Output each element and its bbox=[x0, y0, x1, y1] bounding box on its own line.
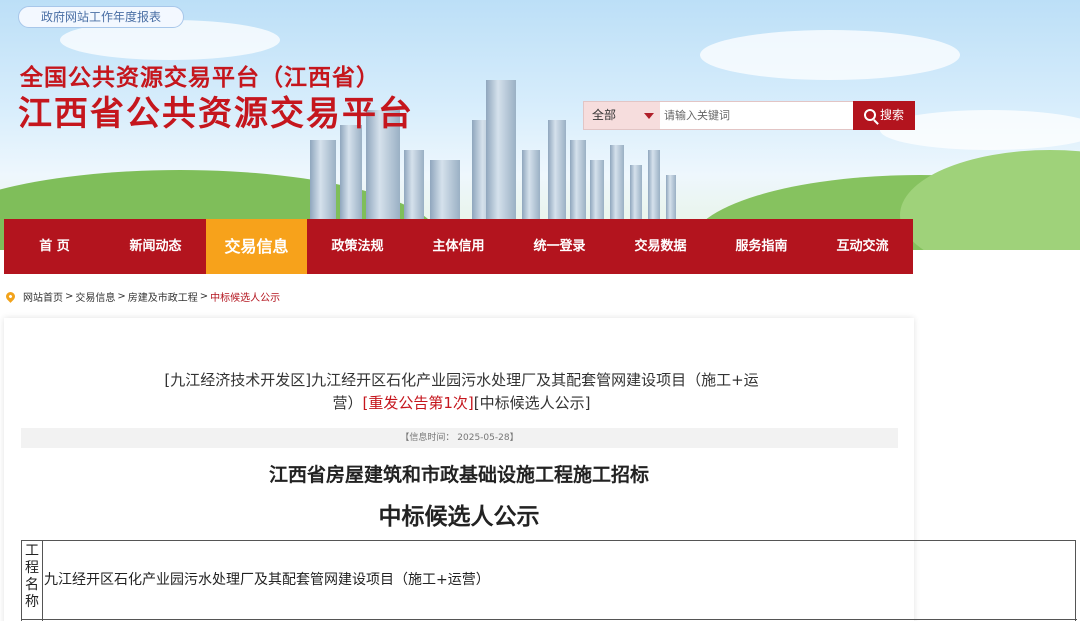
breadcrumb-construction[interactable]: 房建及市政工程 bbox=[128, 289, 198, 304]
nav-item-login[interactable]: 统一登录 bbox=[509, 219, 610, 274]
table-cell-project-name: 九江经开区石化产业园污水处理厂及其配套管网建设项目（施工+运营） bbox=[44, 572, 490, 588]
search-icon bbox=[863, 109, 876, 121]
nav-item-policy[interactable]: 政策法规 bbox=[307, 219, 408, 274]
search-bar: 全部 搜索 bbox=[583, 101, 915, 130]
info-time: 【信息时间： 2025-05-28】 bbox=[21, 428, 898, 448]
breadcrumb-separator: > bbox=[65, 290, 74, 302]
project-info-table: 工程名称 九江经开区石化产业园污水处理厂及其配套管网建设项目（施工+运营） bbox=[21, 540, 1077, 621]
main-nav: 首 页 新闻动态 交易信息 政策法规 主体信用 统一登录 交易数据 服务指南 互… bbox=[4, 219, 913, 274]
search-input[interactable] bbox=[664, 102, 854, 129]
breadcrumb-separator: > bbox=[117, 290, 126, 302]
document-heading: 江西省房屋建筑和市政基础设施工程施工招标 bbox=[268, 464, 649, 486]
table-header-project-name: 工程名称 bbox=[22, 541, 43, 621]
chevron-down-icon bbox=[644, 113, 654, 119]
breadcrumb-home[interactable]: 网站首页 bbox=[23, 289, 63, 304]
site-title[interactable]: 江西省公共资源交易平台 bbox=[18, 86, 414, 135]
nav-item-home[interactable]: 首 页 bbox=[4, 219, 105, 274]
article-title: [九江经济技术开发区]九江经开区石化产业园污水处理厂及其配套管网建设项目（施工+… bbox=[154, 369, 769, 415]
nav-item-trade-data[interactable]: 交易数据 bbox=[610, 219, 711, 274]
breadcrumb-current: 中标候选人公示 bbox=[210, 292, 281, 304]
nav-item-interaction[interactable]: 互动交流 bbox=[812, 219, 913, 274]
document-subheading: 中标候选人公示 bbox=[378, 503, 540, 530]
article-title-reissue: [重发公告第1次] bbox=[362, 394, 474, 412]
search-scope-value: 全部 bbox=[592, 108, 617, 122]
search-button-label: 搜索 bbox=[879, 108, 904, 122]
location-pin-icon bbox=[4, 289, 17, 303]
breadcrumb: 网站首页 > 交易信息 > 房建及市政工程 > 中标候选人公示 bbox=[4, 288, 281, 304]
header-banner: 政府网站工作年度报表 全国公共资源交易平台（江西省） 江西省公共资源交易平台 全… bbox=[0, 0, 1080, 250]
nav-item-service-guide[interactable]: 服务指南 bbox=[711, 219, 812, 274]
nav-item-credit[interactable]: 主体信用 bbox=[408, 219, 509, 274]
search-scope-select[interactable]: 全部 bbox=[584, 102, 660, 129]
article-title-type: [中标候选人公示] bbox=[473, 394, 591, 412]
breadcrumb-trade-info[interactable]: 交易信息 bbox=[75, 289, 115, 304]
search-button[interactable]: 搜索 bbox=[853, 101, 915, 130]
annual-report-link[interactable]: 政府网站工作年度报表 bbox=[18, 6, 184, 28]
breadcrumb-separator: > bbox=[199, 290, 209, 302]
page: 政府网站工作年度报表 全国公共资源交易平台（江西省） 江西省公共资源交易平台 全… bbox=[0, 0, 1080, 621]
nav-item-trade-info[interactable]: 交易信息 bbox=[206, 219, 307, 274]
nav-item-news[interactable]: 新闻动态 bbox=[105, 219, 206, 274]
table-row-divider bbox=[22, 619, 1077, 620]
